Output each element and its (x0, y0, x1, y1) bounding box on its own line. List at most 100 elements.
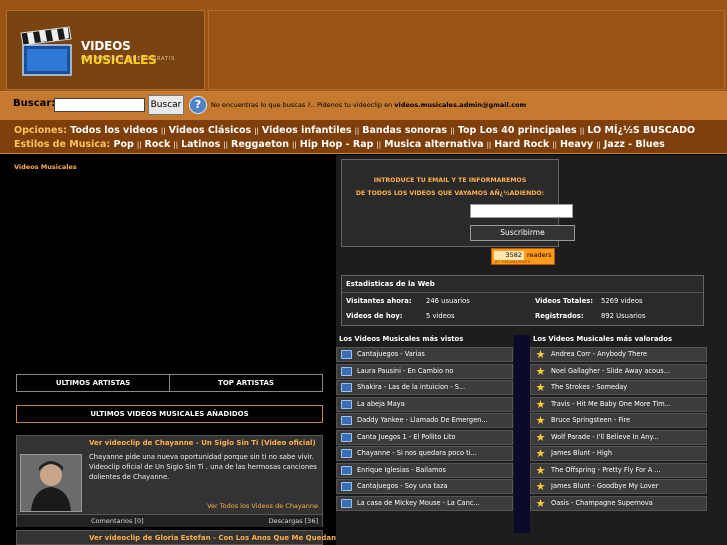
list-item-label[interactable]: Andrea Corr - Anybody There (551, 350, 701, 358)
style-link-hip-hop[interactable]: Hip Hop - Rap (300, 139, 374, 150)
nav-link-top-40[interactable]: Top Los 40 principales (458, 125, 577, 136)
site-logo[interactable]: VIDEOS MUSICALES LOS MEJORES VIDEOS GRAT… (6, 10, 205, 90)
style-link-hard-rock[interactable]: Hard Rock (494, 139, 549, 150)
list-item-label[interactable]: Enrique Iglesias - Bailamos (357, 466, 507, 474)
list-item-label[interactable]: The Strokes - Someday (551, 383, 701, 391)
search-button[interactable]: Buscar (148, 95, 184, 115)
help-icon[interactable]: ? (189, 96, 207, 114)
list-item[interactable]: Chayanne - Si nos quedara poco ti... (336, 446, 513, 461)
list-item[interactable]: Cantajuegos - Varias (336, 347, 513, 362)
tab-ultimos-artistas[interactable]: ULTIMOS ARTISTAS (17, 375, 170, 391)
list-item[interactable]: ★ Bruce Springsteen - Fire (530, 413, 707, 428)
subscribe-line: DE TODOS LOS VIDEOS QUE VAYAMOS AÑ¿½ADIE… (355, 190, 545, 197)
list-item-label[interactable]: Wolf Parade - I'll Believe In Any... (551, 433, 701, 441)
nav-link-clasicos[interactable]: Videos Clásicos (169, 125, 252, 136)
star-icon: ★ (535, 480, 546, 493)
list-item[interactable]: Canta Juegos 1 - El Pollito Lito (336, 429, 513, 445)
video-card-title[interactable]: Ver videoclip de Gloria Estefan - Con Lo… (89, 534, 336, 542)
stats-title: Estadisticas de la Web (346, 280, 435, 288)
folder-icon (341, 449, 352, 458)
list-item-label[interactable]: Bruce Springsteen - Fire (551, 416, 701, 424)
subscribe-line: INTRODUCE TU EMAIL Y TE INFORMAREMOS (373, 177, 527, 184)
nav-link-todos[interactable]: Todos los videos (70, 125, 158, 136)
list-item-label[interactable]: Shakira - Las de la intuicion - S... (357, 383, 507, 391)
list-item-label[interactable]: Cantajuegos - Varias (357, 350, 507, 358)
separator: || (450, 127, 455, 135)
list-item[interactable]: ★ Oasis - Champagne Supernova (530, 495, 707, 511)
comments-count[interactable]: Comentarios [0] (91, 517, 144, 525)
options-row: Opciones: Todos los videos || Videos Clási… (14, 125, 695, 136)
subscribe-box: INTRODUCE TU EMAIL Y TE INFORMAREMOS DE … (341, 159, 575, 247)
list-item[interactable]: ★ Noel Gallagher - Slide Away acous... (530, 363, 707, 379)
subscribe-button[interactable]: Suscribirme (470, 225, 575, 241)
most-viewed-list: Cantajuegos - Varias Laura Pausini - En C… (336, 347, 513, 512)
feedburner-badge[interactable]: 3582 readers BY FEEDBURNER (491, 248, 555, 265)
list-item-label[interactable]: Chayanne - Si nos quedara poco ti... (357, 449, 507, 457)
stat-label: Videos de hoy: (346, 312, 403, 320)
nav-link-infantiles[interactable]: Videos infantiles (262, 125, 352, 136)
header-banner (208, 10, 725, 90)
view-all-artist-link[interactable]: Ver Todos los Videos de Chayanne (207, 502, 318, 510)
style-link-alternativa[interactable]: Musica alternativa (384, 139, 483, 150)
folder-icon (341, 465, 352, 475)
list-item-label[interactable]: Daddy Yankee - Llamado De Emergen... (357, 416, 507, 424)
star-icon: ★ (535, 348, 546, 361)
contact-email[interactable]: videos.musicales.admin@gmail.com (394, 101, 526, 109)
list-item-label[interactable]: James Blunt - High (551, 449, 701, 457)
list-item-label[interactable]: Oasis - Champagne Supernova (551, 499, 701, 507)
star-icon: ★ (535, 496, 546, 510)
style-link-reggaeton[interactable]: Reggaeton (231, 139, 289, 150)
video-card-title[interactable]: Ver videoclip de Chayanne - Un Siglo Sin… (89, 439, 316, 447)
list-item[interactable]: Shakira - Las de la intuicion - S... (336, 380, 513, 395)
list-item-label[interactable]: Travis - Hit Me Baby One More Tim... (551, 400, 701, 408)
list-item-label[interactable]: James Blunt - Goodbye My Lover (551, 482, 701, 490)
style-link-rock[interactable]: Rock (145, 139, 171, 150)
tab-top-artistas[interactable]: TOP ARTISTAS (170, 375, 322, 391)
list-item[interactable]: La abeja Maya (336, 396, 513, 412)
styles-row: Estilos de Musica: Pop || Rock || Latinos || R… (14, 139, 665, 150)
video-card-footer: Comentarios [0] Descargas [36] (17, 514, 322, 527)
list-item[interactable]: Enrique Iglesias - Bailamos (336, 462, 513, 478)
list-item-label[interactable]: The Offspring - Pretty Fly For A ... (551, 466, 701, 474)
logo-subtitle: LOS MEJORES VIDEOS GRATIS (81, 56, 176, 62)
search-note: No encuentras lo que buscas ?.. Pidenos … (211, 101, 527, 109)
search-input[interactable] (54, 98, 145, 112)
subscribe-email-input[interactable] (470, 204, 573, 218)
list-item[interactable]: Laura Pausini - En Cambio no (336, 363, 513, 379)
style-link-pop[interactable]: Pop (114, 139, 134, 150)
list-item[interactable]: ★ James Blunt - Goodbye My Lover (530, 479, 707, 494)
star-icon: ★ (535, 430, 546, 444)
list-item-label[interactable]: Cantajuegos - Soy una taza (357, 482, 507, 490)
list-item[interactable]: ★ The Strokes - Someday (530, 380, 707, 395)
list-item[interactable]: ★ The Offspring - Pretty Fly For A ... (530, 462, 707, 478)
style-link-latinos[interactable]: Latinos (181, 139, 220, 150)
list-item[interactable]: ★ Wolf Parade - I'll Believe In Any... (530, 429, 707, 445)
nav-link-bandas-sonoras[interactable]: Bandas sonoras (362, 125, 447, 136)
star-icon: ★ (535, 463, 546, 477)
list-item-label[interactable]: La casa de Mickey Mouse - La Canc... (357, 499, 507, 507)
stat-value: 892 Usuarios (601, 312, 646, 320)
video-thumbnail[interactable] (20, 454, 82, 512)
search-label: Buscar: (13, 98, 56, 109)
list-item[interactable]: ★ Travis - Hit Me Baby One More Tim... (530, 396, 707, 412)
nav-link-mas-buscado[interactable]: LO MÍ¿½S BUSCADO (587, 125, 695, 136)
style-link-jazz-blues[interactable]: Jazz - Blues (604, 139, 665, 150)
list-item[interactable]: Daddy Yankee - Llamado De Emergen... (336, 413, 513, 428)
separator: || (596, 141, 601, 149)
logo-title: VIDEOS MUSICALES (81, 39, 157, 67)
style-link-heavy[interactable]: Heavy (560, 139, 593, 150)
list-item-label[interactable]: Noel Gallagher - Slide Away acous... (551, 367, 701, 375)
folder-icon (341, 350, 352, 359)
separator: || (486, 141, 492, 149)
separator: || (354, 127, 360, 135)
star-icon: ★ (535, 381, 546, 394)
top-rated-list: ★ Andrea Corr - Anybody There ★ Noel Gallag… (530, 347, 707, 512)
list-item[interactable]: Cantajuegos - Soy una taza (336, 479, 513, 494)
list-item-label[interactable]: Laura Pausini - En Cambio no (357, 367, 507, 375)
list-item-label[interactable]: Canta Juegos 1 - El Pollito Lito (357, 433, 507, 441)
folder-icon (341, 366, 352, 376)
list-item-label[interactable]: La abeja Maya (357, 400, 507, 408)
list-item[interactable]: La casa de Mickey Mouse - La Canc... (336, 495, 513, 511)
list-item[interactable]: ★ Andrea Corr - Anybody There (530, 347, 707, 362)
list-item[interactable]: ★ James Blunt - High (530, 446, 707, 461)
